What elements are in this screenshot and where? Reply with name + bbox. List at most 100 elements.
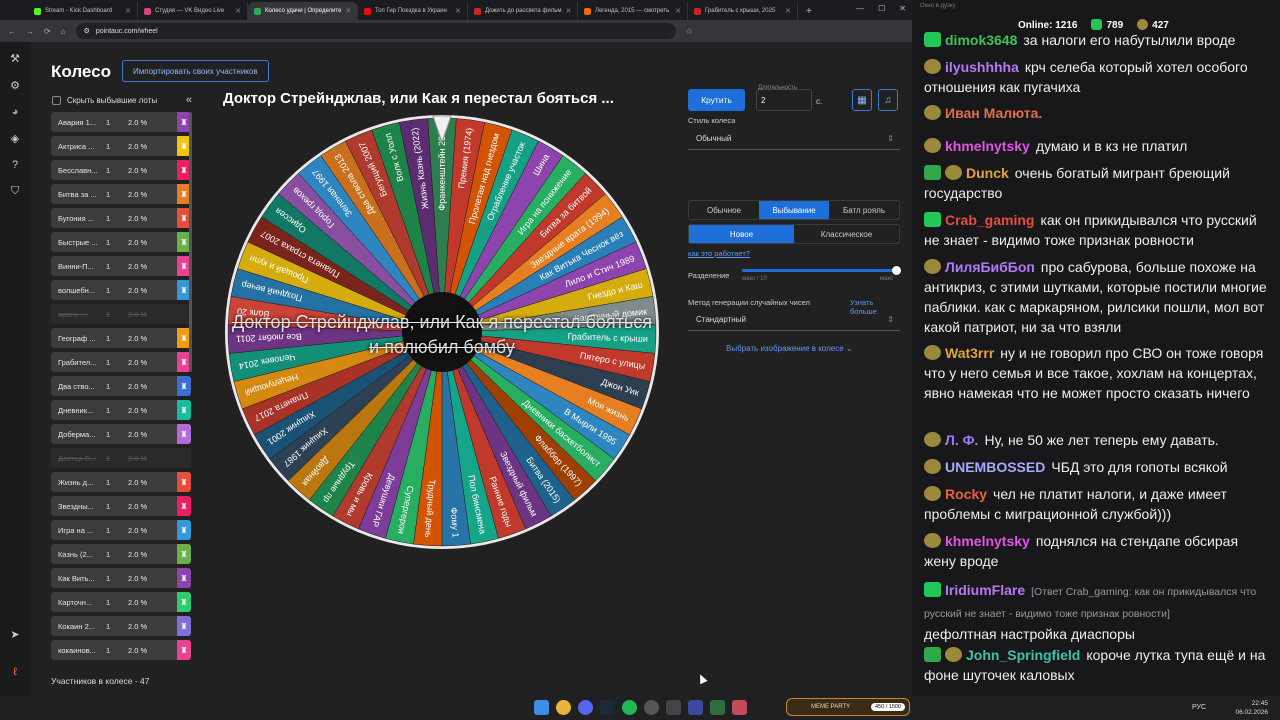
split-slider[interactable] — [742, 266, 901, 275]
meme-party-widget[interactable]: MEME PARTY 450 / 1500 — [786, 698, 910, 716]
mode-option[interactable]: Батл рояль — [829, 201, 899, 219]
lot-item[interactable]: Быстрые ... 1 2.0 % ♜ — [51, 232, 191, 252]
duration-input[interactable]: 2 — [756, 89, 812, 111]
lot-list-scrollbar[interactable] — [189, 112, 192, 372]
back-icon[interactable]: ← — [8, 27, 16, 36]
lot-cup-icon[interactable]: ♜ — [177, 616, 191, 636]
site-info-icon[interactable]: ⚙ — [84, 27, 90, 35]
obs-icon[interactable] — [644, 700, 659, 715]
chat-username[interactable]: dimok3648 — [945, 32, 1017, 48]
lot-item[interactable]: Карточн... 1 2.0 % ♜ — [51, 592, 191, 612]
tab-4[interactable]: Дожить до рассвета фильм ✕ — [468, 2, 578, 20]
import-participants-button[interactable]: Импортировать своих участников — [122, 60, 269, 82]
lot-item[interactable]: Бесславн... 1 2.0 % ♜ — [51, 160, 191, 180]
tab-close-icon[interactable]: ✕ — [565, 7, 571, 15]
how-it-works-link[interactable]: как это работает? — [688, 249, 750, 258]
lot-cup-icon[interactable]: ♜ — [177, 376, 191, 396]
lot-item[interactable]: Грабител... 1 2.0 % ♜ — [51, 352, 191, 372]
lot-item[interactable]: Игра на ... 1 2.0 % ♜ — [51, 520, 191, 540]
tab-1[interactable]: Студия — VK Видео Live ✕ — [138, 2, 248, 20]
minimize-icon[interactable]: — — [856, 4, 864, 13]
discord-icon[interactable] — [578, 700, 593, 715]
steam-icon[interactable] — [600, 700, 615, 715]
tab-3[interactable]: Топ Гир Поездка в Украин ✕ — [358, 2, 468, 20]
chrome-icon[interactable] — [556, 700, 571, 715]
app4-icon[interactable] — [732, 700, 747, 715]
lot-item[interactable]: Дневник... 1 2.0 % ♜ — [51, 400, 191, 420]
lot-item[interactable]: Актриса ... 1 2.0 % ♜ — [51, 136, 191, 156]
lot-item[interactable]: Винни-П... 1 2.0 % ♜ — [51, 256, 191, 276]
chat-username[interactable]: Crab_gaming — [945, 212, 1034, 228]
start-icon[interactable] — [534, 700, 549, 715]
lot-item[interactable]: Доберма... 1 2.0 % ♜ — [51, 424, 191, 444]
auction-icon[interactable]: ⚒ — [10, 52, 20, 65]
lot-cup-icon[interactable]: ♜ — [177, 424, 191, 444]
url-field[interactable]: ⚙ pointauc.com/wheel — [75, 23, 676, 39]
tab-5[interactable]: Легенда, 2015 — смотреть ✕ — [578, 2, 688, 20]
lot-item[interactable]: Бугония ... 1 2.0 % ♜ — [51, 208, 191, 228]
select-image-dropdown[interactable]: Выбрать изображение в колесе ⌄ — [726, 344, 853, 353]
tab-6[interactable]: Грабитель с крыши, 2025 ✕ — [688, 2, 798, 20]
lot-item[interactable]: волшебн... 1 2.0 % ♜ — [51, 280, 191, 300]
spin-button[interactable]: Крутить — [688, 89, 745, 111]
lot-item[interactable]: Географ ... 1 2.0 % ♜ — [51, 328, 191, 348]
home-icon[interactable]: ⌂ — [61, 27, 66, 36]
lot-item[interactable]: врата -... 1 2.0 % — [51, 304, 191, 324]
variant-option[interactable]: Новое — [689, 225, 794, 243]
lot-item[interactable]: Два ство... 1 2.0 % ♜ — [51, 376, 191, 396]
collapse-icon[interactable]: « — [186, 94, 192, 106]
close-icon[interactable]: ✕ — [899, 4, 906, 13]
brand-icon[interactable]: ℓ — [13, 666, 17, 678]
lot-item[interactable]: Доктор С... 1 2.0 % — [51, 448, 191, 468]
maximize-icon[interactable]: ☐ — [878, 4, 885, 13]
help-icon[interactable]: ? — [12, 159, 18, 171]
chat-username[interactable]: Иван Малюта. — [945, 105, 1042, 121]
lot-cup-icon[interactable]: ♜ — [177, 520, 191, 540]
chat-username[interactable]: khmelnytsky — [945, 138, 1030, 154]
music-icon[interactable]: ♫ — [878, 89, 898, 111]
lot-item[interactable]: Битва за ... 1 2.0 % ♜ — [51, 184, 191, 204]
lot-cup-icon[interactable]: ♜ — [177, 472, 191, 492]
tab-close-icon[interactable]: ✕ — [235, 7, 241, 15]
app3-icon[interactable] — [710, 700, 725, 715]
reload-icon[interactable]: ⟳ — [44, 27, 51, 36]
tab-close-icon[interactable]: ✕ — [125, 7, 131, 15]
clock[interactable]: 22:45 06.02.2026 — [1235, 699, 1268, 717]
tab-close-icon[interactable]: ✕ — [345, 7, 351, 15]
layers-icon[interactable]: ◈ — [11, 132, 19, 145]
wheel-icon[interactable]: ◕ — [12, 106, 19, 118]
mode-option[interactable]: Обычное — [689, 201, 759, 219]
lot-cup-icon[interactable]: ♜ — [177, 568, 191, 588]
mode-option[interactable]: Выбывание — [759, 201, 829, 219]
lot-item[interactable]: Как Вить... 1 2.0 % ♜ — [51, 568, 191, 588]
telegram-icon[interactable]: ➤ — [10, 628, 19, 641]
language-indicator[interactable]: РУС — [1192, 704, 1206, 711]
chat-username[interactable]: Rocky — [945, 486, 987, 502]
tab-close-icon[interactable]: ✕ — [675, 7, 681, 15]
lot-item[interactable]: Жизнь д... 1 2.0 % ♜ — [51, 472, 191, 492]
app-icon[interactable] — [666, 700, 681, 715]
lot-item[interactable]: Авария 1... 1 2.0 % ♜ — [51, 112, 191, 132]
settings-icon[interactable]: ⚙ — [10, 79, 20, 92]
variant-option[interactable]: Классическое — [794, 225, 899, 243]
lot-item[interactable]: Казнь (2... 1 2.0 % ♜ — [51, 544, 191, 564]
hide-eliminated-checkbox[interactable] — [52, 95, 61, 105]
forward-icon[interactable]: → — [26, 27, 34, 36]
chat-username[interactable]: John_Springfield — [966, 647, 1080, 663]
lot-item[interactable]: Кокаин 2... 1 2.0 % ♜ — [51, 616, 191, 636]
tab-close-icon[interactable]: ✕ — [455, 7, 461, 15]
lot-cup-icon[interactable]: ♜ — [177, 592, 191, 612]
spotify-icon[interactable] — [622, 700, 637, 715]
lot-item[interactable]: Звездны... 1 2.0 % ♜ — [51, 496, 191, 516]
chat-username[interactable]: IridiumFlare — [945, 582, 1025, 598]
lot-item[interactable]: кокаинов... 1 2.0 % ♜ — [51, 640, 191, 660]
hide-eliminated-row[interactable]: Скрыть выбывшие лоты « — [52, 94, 192, 106]
wheel-style-select[interactable]: Обычный ⇕ — [688, 128, 900, 150]
bookmark-star-icon[interactable]: ☆ — [686, 27, 693, 36]
chat-username[interactable]: Л. Ф. — [945, 432, 978, 448]
chat-username[interactable]: ilyushhhha — [945, 59, 1019, 75]
chat-username[interactable]: Wat3rrr — [945, 345, 994, 361]
chat-username[interactable]: khmelnytsky — [945, 533, 1030, 549]
tab-2[interactable]: Колесо удачи | Определите ✕ — [248, 2, 358, 20]
lot-cup-icon[interactable]: ♜ — [177, 640, 191, 660]
